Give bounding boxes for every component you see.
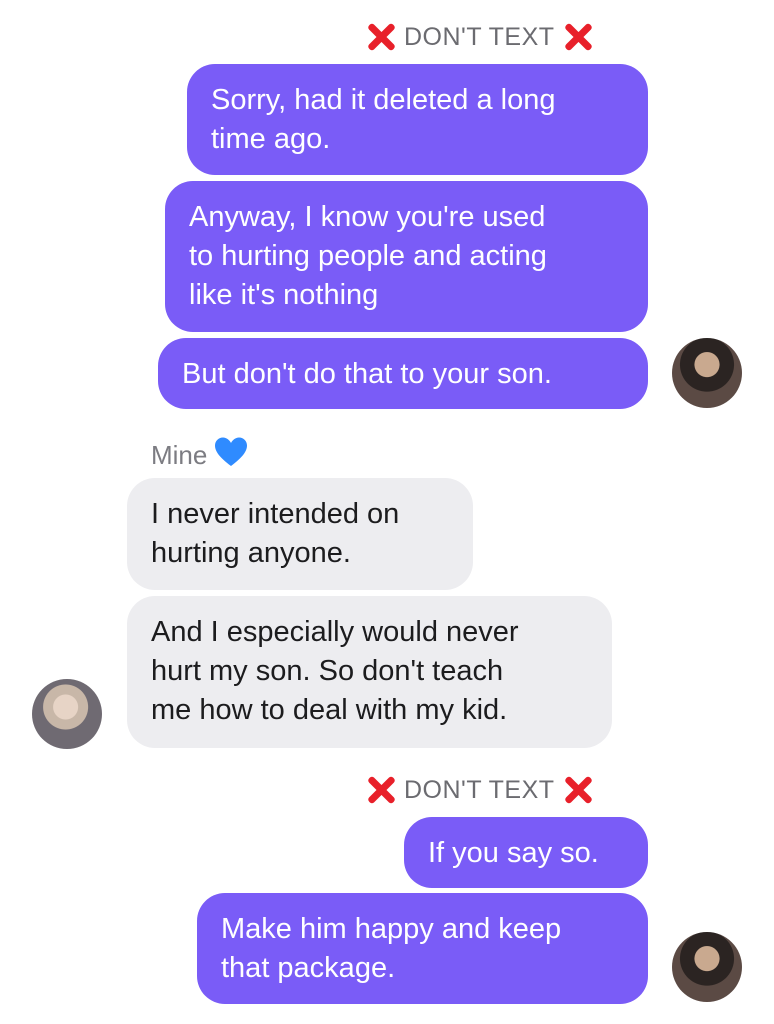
dont-text-header-1: DON'T TEXT [366,22,593,52]
outgoing-message[interactable]: But don't do that to your son. [158,338,648,409]
avatar-mine[interactable] [32,679,102,749]
avatar-sender[interactable] [672,932,742,1002]
outgoing-message[interactable]: Sorry, had it deleted a long time ago. [187,64,648,175]
outgoing-message[interactable]: Anyway, I know you're used to hurting pe… [165,181,648,332]
blue-heart-icon [215,437,248,474]
dont-text-header-2: DON'T TEXT [366,775,593,805]
red-x-icon [366,22,396,52]
contact-name: Mine [151,437,248,474]
red-x-icon [366,775,396,805]
outgoing-message[interactable]: Make him happy and keep that package. [197,893,648,1004]
incoming-message[interactable]: I never intended on hurting anyone. [127,478,473,590]
outgoing-message[interactable]: If you say so. [404,817,648,888]
dont-text-label: DON'T TEXT [404,22,555,51]
avatar-sender[interactable] [672,338,742,408]
red-x-icon [563,22,593,52]
red-x-icon [563,775,593,805]
dont-text-label: DON'T TEXT [404,775,555,804]
incoming-message[interactable]: And I especially would never hurt my son… [127,596,612,748]
